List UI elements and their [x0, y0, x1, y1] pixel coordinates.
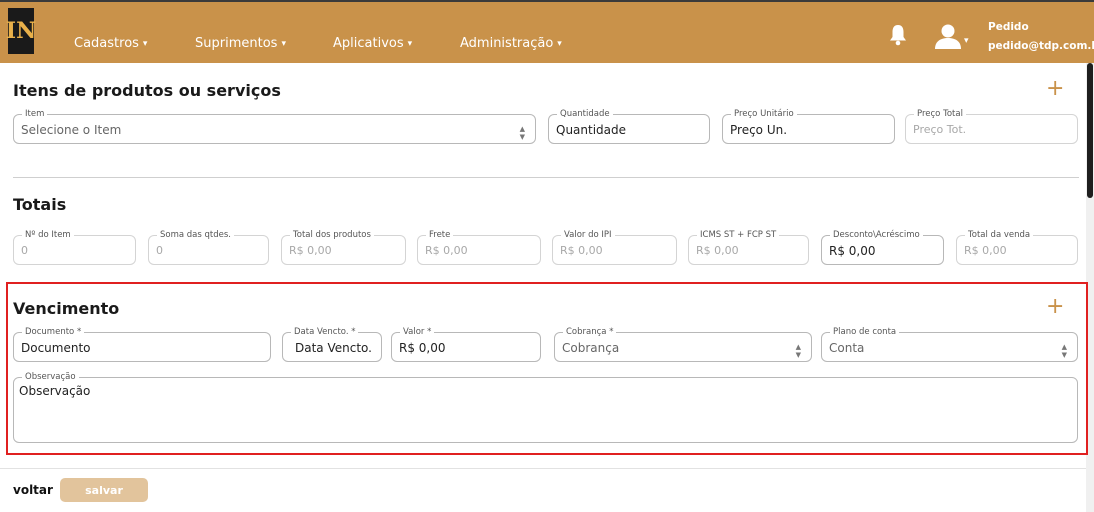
nav-suprimentos[interactable]: Suprimentos ▾: [195, 36, 286, 52]
total-field-total-venda: Total da venda R$ 0,00: [956, 229, 1078, 265]
add-vencimento-icon[interactable]: +: [1046, 296, 1064, 318]
chevron-down-icon: ▾: [281, 39, 286, 49]
top-navbar: IN Cadastros ▾ Suprimentos ▾ Aplicativos ▾ …: [0, 0, 1094, 63]
footer-divider: [0, 468, 1086, 469]
chevron-down-icon: ▾: [142, 39, 148, 49]
preco-total-input: Preço Total Preço Tot.: [905, 108, 1078, 144]
bell-icon[interactable]: [889, 24, 907, 46]
documento-input[interactable]: Documento * Documento: [13, 326, 271, 362]
section-title-totais: Totais: [13, 195, 67, 214]
total-field-total-produtos: Total dos produtos R$ 0,00: [281, 229, 406, 265]
data-vencto-input[interactable]: Data Vencto. * Data Vencto.: [282, 326, 382, 362]
chevron-down-icon: ▲ ▼: [1061, 343, 1067, 359]
section-title-itens: Itens de produtos ou serviços: [13, 81, 281, 100]
chevron-down-icon: ▲ ▼: [795, 343, 801, 359]
section-title-vencimento: Vencimento: [13, 299, 120, 318]
total-field-soma-qtdes: Soma das qtdes. 0: [148, 229, 269, 265]
chevron-down-icon: ▾: [407, 39, 413, 49]
logo[interactable]: IN: [6, 8, 36, 54]
valor-input[interactable]: Valor * R$ 0,00: [391, 326, 541, 362]
cobranca-select[interactable]: Cobrança * Cobrança ▲ ▼: [554, 326, 812, 362]
salvar-button[interactable]: salvar: [60, 478, 148, 502]
chevron-down-icon: ▲ ▼: [519, 125, 525, 141]
item-select[interactable]: Item Selecione o Item ▲ ▼: [13, 108, 536, 144]
user-avatar-icon[interactable]: [934, 24, 962, 50]
chevron-down-icon: ▾: [557, 39, 562, 49]
observacao-textarea[interactable]: Observação Observação: [13, 371, 1078, 443]
desconto-acrescimo-input[interactable]: Desconto\Acréscimo R$ 0,00: [821, 229, 944, 265]
nav-aplicativos[interactable]: Aplicativos ▾: [333, 36, 412, 52]
nav-administracao[interactable]: Administração ▾: [460, 36, 562, 52]
chevron-down-icon[interactable]: ▾: [964, 36, 969, 46]
total-field-num-item: Nº do Item 0: [13, 229, 136, 265]
preco-unitario-input[interactable]: Preço Unitário Preço Un.: [722, 108, 895, 144]
nav-cadastros[interactable]: Cadastros ▾: [74, 36, 147, 52]
plano-conta-select[interactable]: Plano de conta Conta ▲ ▼: [821, 326, 1078, 362]
voltar-link[interactable]: voltar: [13, 483, 53, 497]
quantidade-input[interactable]: Quantidade Quantidade: [548, 108, 710, 144]
total-field-valor-ipi: Valor do IPI R$ 0,00: [552, 229, 677, 265]
total-field-icms-st: ICMS ST + FCP ST R$ 0,00: [688, 229, 809, 265]
total-field-frete: Frete R$ 0,00: [417, 229, 541, 265]
user-email: pedido@tdp.com.br: [988, 40, 1094, 52]
scrollbar-thumb[interactable]: [1087, 63, 1093, 198]
section-divider: [13, 177, 1079, 178]
user-name: Pedido: [988, 21, 1029, 33]
add-item-icon[interactable]: +: [1046, 78, 1064, 100]
